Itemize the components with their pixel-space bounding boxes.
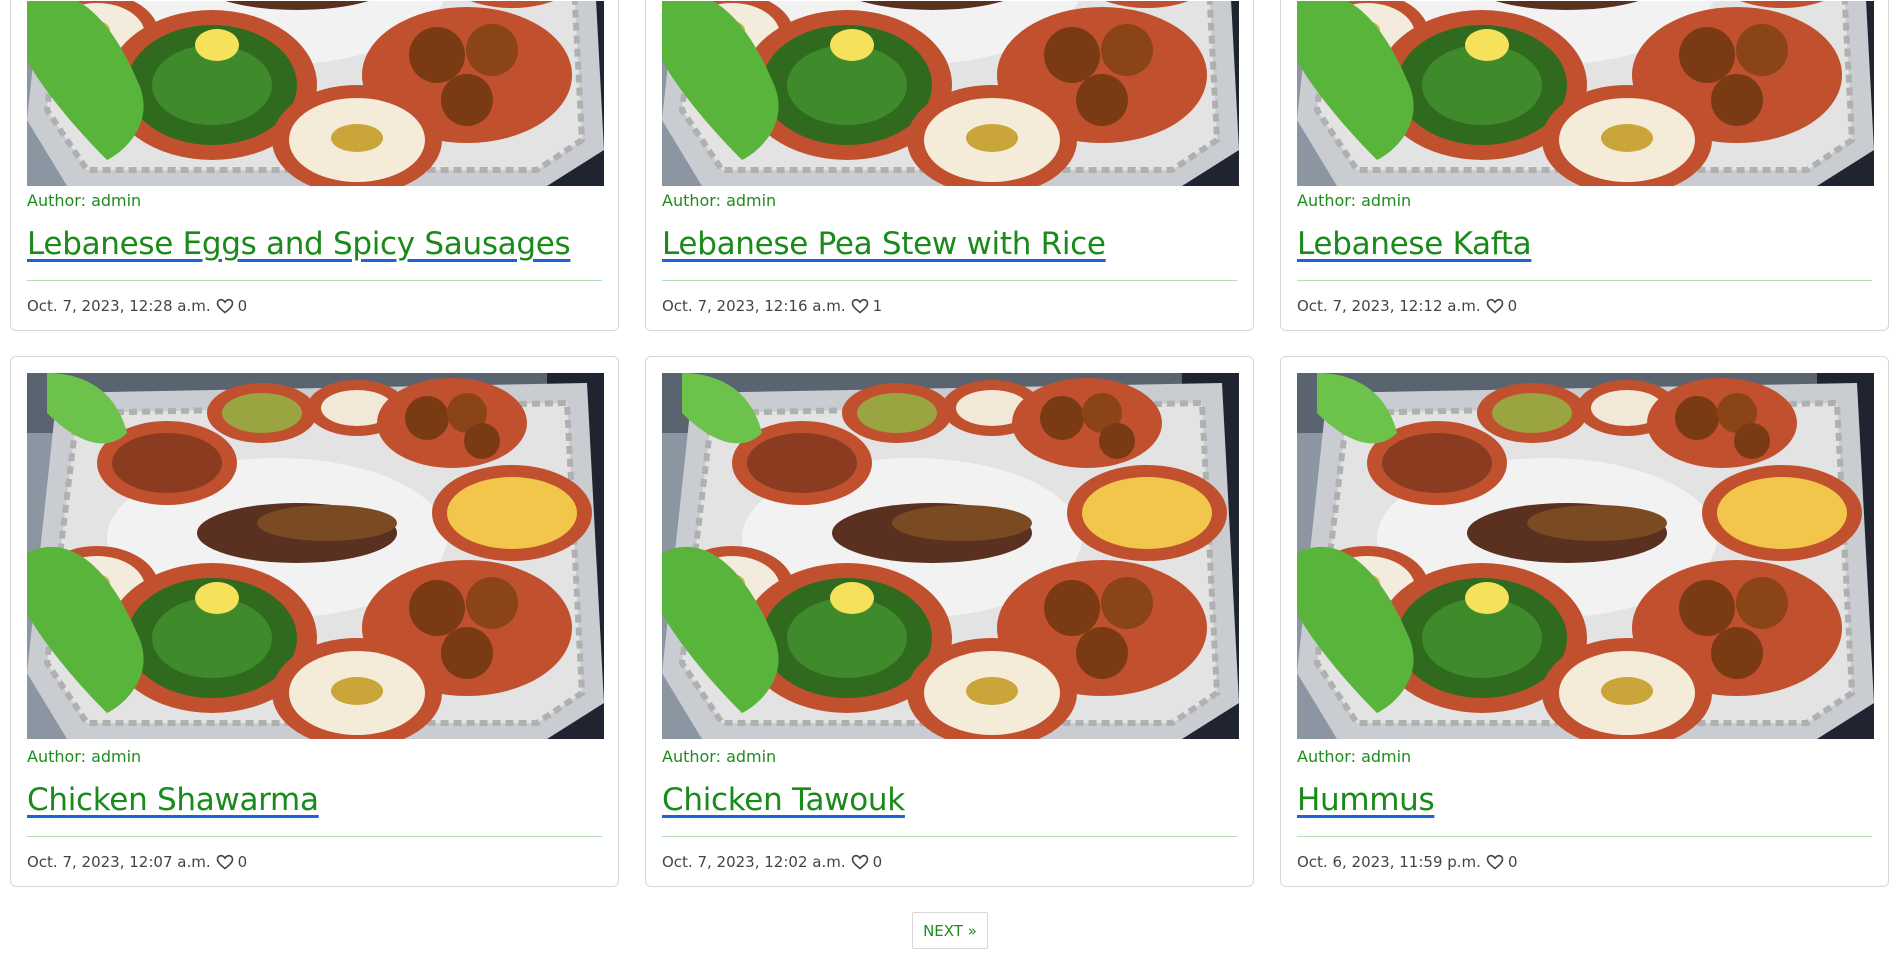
post-meta: Oct. 7, 2023, 12:28 a.m. 0 [27,297,247,315]
post-title-link[interactable]: Chicken Shawarma [27,782,602,818]
post-title-link[interactable]: Lebanese Eggs and Spicy Sausages [27,226,602,262]
post-author: Author: admin [1297,747,1412,766]
post-date: Oct. 7, 2023, 12:02 a.m. [662,853,846,871]
like-count: 0 [872,853,883,871]
post-date: Oct. 7, 2023, 12:28 a.m. [27,297,211,315]
post-title-link[interactable]: Lebanese Pea Stew with Rice [662,226,1237,262]
card-divider [1297,280,1872,281]
post-card: Author: admin Lebanese Eggs and Spicy Sa… [10,0,619,331]
like-count: 0 [237,853,248,871]
post-author: Author: admin [27,747,142,766]
post-date: Oct. 7, 2023, 12:07 a.m. [27,853,211,871]
card-divider [27,836,602,837]
post-date: Oct. 7, 2023, 12:16 a.m. [662,297,846,315]
card-divider [662,836,1237,837]
post-title-link[interactable]: Hummus [1297,782,1872,818]
card-divider [1297,836,1872,837]
like-count: 1 [872,297,883,315]
post-grid: Author: admin Lebanese Eggs and Spicy Sa… [0,0,1894,955]
post-card: Author: admin Lebanese Kafta Oct. 7, 202… [1280,0,1889,331]
post-date: Oct. 6, 2023, 11:59 p.m. [1297,853,1481,871]
post-card: Author: admin Lebanese Pea Stew with Ric… [645,0,1254,331]
post-author: Author: admin [27,191,142,210]
post-author: Author: admin [662,191,777,210]
post-title-link[interactable]: Lebanese Kafta [1297,226,1872,262]
post-card: Author: admin Hummus Oct. 6, 2023, 11:59… [1280,356,1889,887]
post-image[interactable] [662,373,1239,739]
like-count: 0 [1507,297,1518,315]
post-meta: Oct. 7, 2023, 12:16 a.m. 1 [662,297,882,315]
post-image[interactable] [27,1,604,186]
heart-icon[interactable] [1486,854,1504,870]
heart-icon[interactable] [1486,298,1504,314]
post-author: Author: admin [662,747,777,766]
post-title-link[interactable]: Chicken Tawouk [662,782,1237,818]
card-divider [662,280,1237,281]
post-image[interactable] [1297,373,1874,739]
post-card: Author: admin Chicken Tawouk Oct. 7, 202… [645,356,1254,887]
post-card: Author: admin Chicken Shawarma Oct. 7, 2… [10,356,619,887]
post-meta: Oct. 7, 2023, 12:02 a.m. 0 [662,853,882,871]
post-meta: Oct. 7, 2023, 12:07 a.m. 0 [27,853,247,871]
post-meta: Oct. 6, 2023, 11:59 p.m. 0 [1297,853,1517,871]
post-image[interactable] [1297,1,1874,186]
post-meta: Oct. 7, 2023, 12:12 a.m. 0 [1297,297,1517,315]
post-image[interactable] [27,373,604,739]
card-divider [27,280,602,281]
heart-icon[interactable] [851,298,869,314]
post-image[interactable] [662,1,1239,186]
post-date: Oct. 7, 2023, 12:12 a.m. [1297,297,1481,315]
next-page-button[interactable]: NEXT » [912,912,988,949]
heart-icon[interactable] [216,298,234,314]
like-count: 0 [1507,853,1518,871]
like-count: 0 [237,297,248,315]
heart-icon[interactable] [216,854,234,870]
post-author: Author: admin [1297,191,1412,210]
heart-icon[interactable] [851,854,869,870]
